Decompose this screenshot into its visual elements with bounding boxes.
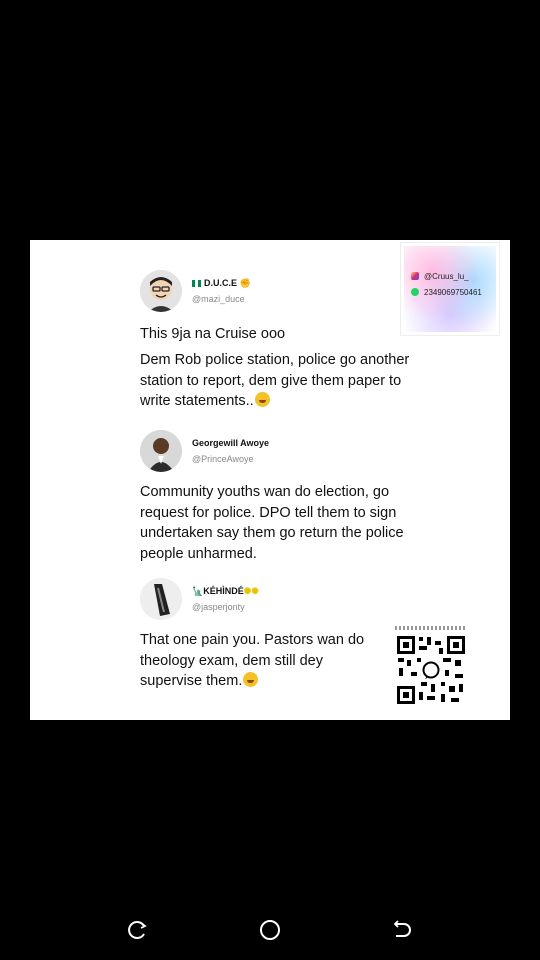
avatar: [140, 578, 182, 620]
qr-caption: [395, 626, 467, 630]
shared-image-card: @Cruus_lu_ 2349069750461 D.U.C.E ✊ @mazi…: [30, 240, 510, 720]
display-name: 🗽KÉHÌNDÉ✺✺: [192, 586, 259, 596]
qr-code-icon: [395, 626, 467, 706]
tweet-3: 🗽KÉHÌNDÉ✺✺ @jasperjonty That one pain yo…: [140, 576, 430, 692]
crying-emoji-icon: [243, 672, 259, 687]
back-icon: [393, 920, 411, 937]
tweet-text: Community youths wan do election, go req…: [140, 484, 404, 562]
recent-apps-icon: [128, 921, 147, 939]
display-name: Georgewill Awoye: [192, 438, 270, 448]
user-handle: @mazi_duce: [192, 294, 245, 304]
tweet-1: D.U.C.E ✊ @mazi_duce This 9ja na Cruise …: [140, 268, 430, 412]
avatar: [140, 270, 182, 312]
android-nav-bar: [0, 900, 540, 960]
avatar: [140, 430, 182, 472]
tweet-2: Georgewill Awoye @PrinceAwoye Community …: [140, 428, 430, 564]
instagram-handle: @Cruus_lu_: [424, 272, 469, 281]
home-icon: [260, 920, 280, 940]
sparkle-icon: ✺✺: [243, 586, 259, 596]
recent-apps-button[interactable]: [124, 916, 152, 944]
statue-icon: 🗽: [192, 586, 204, 596]
tweet-header: Georgewill Awoye @PrinceAwoye: [140, 428, 430, 474]
tweet-text: Dem Rob police station, police go anothe…: [140, 352, 410, 409]
tweet-header: 🗽KÉHÌNDÉ✺✺ @jasperjonty: [140, 576, 430, 622]
tweet-header: D.U.C.E ✊ @mazi_duce: [140, 268, 430, 314]
nigeria-flag-icon: [192, 280, 201, 288]
display-name: D.U.C.E ✊: [192, 278, 251, 289]
back-button[interactable]: [388, 916, 416, 944]
tweet-text: That one pain you. Pastors wan do theolo…: [140, 632, 365, 689]
user-handle: @PrinceAwoye: [192, 454, 254, 464]
laughing-emoji-icon: [254, 392, 270, 407]
tweet-headline: This 9ja na Cruise ooo: [140, 326, 286, 342]
whatsapp-number: 2349069750461: [424, 288, 482, 297]
user-handle: @jasperjonty: [192, 602, 245, 612]
home-button[interactable]: [256, 916, 284, 944]
